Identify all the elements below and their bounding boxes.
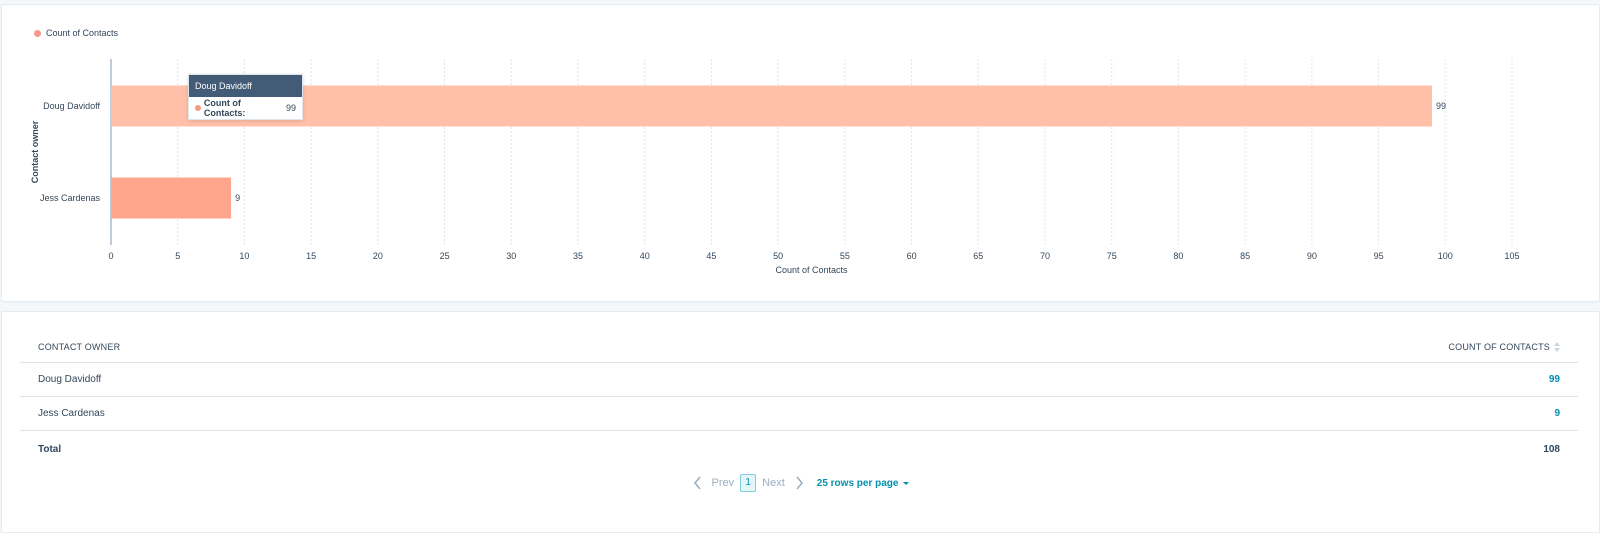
- x-tick-label: 25: [440, 251, 450, 261]
- bar[interactable]: [111, 85, 1432, 127]
- count-link[interactable]: 9: [1554, 408, 1560, 419]
- table-header-row: CONTACT OWNER COUNT OF CONTACTS: [20, 332, 1578, 363]
- x-tick-label: 100: [1438, 251, 1453, 261]
- bar[interactable]: [111, 177, 232, 219]
- table-row: Doug Davidoff 99: [20, 362, 1578, 397]
- x-tick-label: 80: [1173, 251, 1183, 261]
- rows-per-page-label: 25 rows per page: [816, 477, 899, 489]
- x-tick-label: 75: [1107, 251, 1117, 261]
- cell-count: 9: [713, 396, 1578, 431]
- x-tick-label: 105: [1504, 251, 1519, 261]
- bar-chart: 0 5 10 15 20 25 30 35 40 45 50 55 60 65 70 75 80 85 90 95 10…: [30, 59, 1520, 275]
- chart-card: Count of Contacts 0 5 10 15 20 25 30 35 40 45 50 55…: [1, 4, 1600, 302]
- total-value: 108: [1543, 443, 1560, 455]
- x-tick-label: 20: [373, 251, 383, 261]
- rows-per-page-dropdown[interactable]: 25 rows per page: [817, 478, 910, 489]
- prev-button[interactable]: Prev: [712, 477, 735, 489]
- total-label: Total: [38, 443, 62, 455]
- chevron-left-icon[interactable]: [692, 476, 704, 490]
- table-card: CONTACT OWNER COUNT OF CONTACTS Doug Dav…: [1, 311, 1600, 533]
- count-link[interactable]: 99: [1549, 374, 1560, 385]
- tooltip-metric-label: Count of Contacts:: [203, 98, 246, 118]
- x-tick-label: 95: [1374, 251, 1384, 261]
- x-tick-label: 55: [840, 251, 850, 261]
- x-tick-label: 15: [306, 251, 316, 261]
- y-category-label: Jess Cardenas: [40, 193, 101, 203]
- x-tick-label: 5: [175, 251, 180, 261]
- x-tick-label: 35: [573, 251, 583, 261]
- header-count-label: COUNT OF CONTACTS: [1448, 341, 1550, 352]
- y-category-label: Doug Davidoff: [43, 101, 100, 111]
- data-table: CONTACT OWNER COUNT OF CONTACTS Doug Dav…: [20, 332, 1578, 467]
- y-axis-title: Contact owner: [30, 120, 40, 183]
- header-count-of-contacts[interactable]: COUNT OF CONTACTS: [713, 332, 1578, 363]
- bar-value-label: 9: [235, 193, 240, 203]
- caret-down-icon: [903, 481, 910, 485]
- x-tick-label: 50: [773, 251, 783, 261]
- page-number-current[interactable]: 1: [740, 474, 757, 492]
- x-tick-label: 30: [506, 251, 516, 261]
- sort-icon[interactable]: [1554, 342, 1560, 353]
- x-tick-label: 60: [907, 251, 917, 261]
- bar-value-label: 99: [1436, 101, 1446, 111]
- cell-contact-owner: Jess Cardenas: [20, 396, 714, 431]
- chevron-right-icon[interactable]: [793, 476, 805, 490]
- x-tick-label: 90: [1307, 251, 1317, 261]
- x-axis-title: Count of Contacts: [775, 265, 848, 275]
- x-tick-label: 10: [239, 251, 249, 261]
- x-tick-label: 45: [706, 251, 716, 261]
- tooltip-metric-value: 99: [285, 103, 296, 113]
- table-row: Jess Cardenas 9: [20, 396, 1578, 431]
- x-tick-label: 85: [1240, 251, 1250, 261]
- pagination: Prev 1 Next 25 rows per page: [2, 474, 1599, 492]
- tooltip-body: Count of Contacts: 99: [189, 97, 302, 119]
- tooltip-dot: [195, 105, 201, 111]
- x-tick-label: 0: [108, 251, 113, 261]
- table-total-row: Total 108: [20, 431, 1578, 468]
- x-tick-label: 40: [640, 251, 650, 261]
- x-tick-label: 65: [973, 251, 983, 261]
- tooltip-title: Doug Davidoff: [189, 75, 302, 97]
- cell-contact-owner: Doug Davidoff: [20, 362, 714, 397]
- x-tick-label: 70: [1040, 251, 1050, 261]
- header-contact-owner[interactable]: CONTACT OWNER: [20, 332, 714, 363]
- cell-count: 99: [713, 362, 1578, 397]
- chart-tooltip: Doug Davidoff Count of Contacts: 99: [188, 74, 303, 120]
- next-button[interactable]: Next: [762, 477, 785, 489]
